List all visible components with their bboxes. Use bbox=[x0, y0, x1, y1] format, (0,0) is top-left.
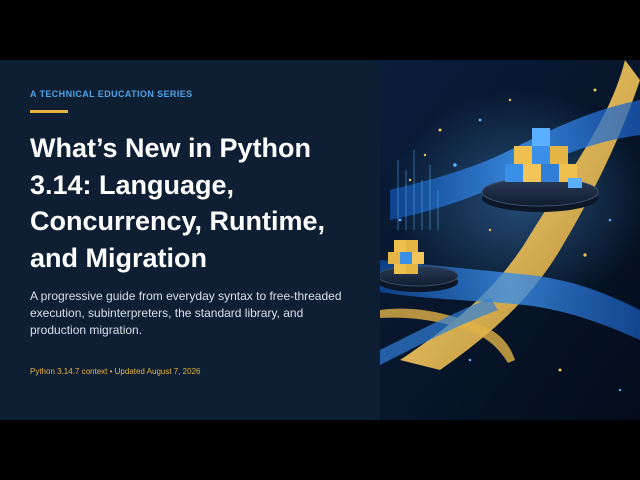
kicker-underline bbox=[30, 110, 68, 113]
version-date-meta: Python 3.14.7 context • Updated August 7… bbox=[30, 367, 201, 376]
slide-title: What’s New in Python 3.14: Language, Con… bbox=[30, 133, 326, 273]
series-kicker: A TECHNICAL EDUCATION SERIES bbox=[30, 89, 193, 99]
slide-subtitle: A progressive guide from everyday syntax… bbox=[30, 289, 342, 337]
text-panel: A TECHNICAL EDUCATION SERIES What’s New … bbox=[0, 60, 380, 420]
python-ribbons-illustration bbox=[380, 60, 640, 420]
title-slide: A TECHNICAL EDUCATION SERIES What’s New … bbox=[0, 60, 640, 420]
platform-left-top bbox=[380, 265, 459, 287]
letterbox-frame: A TECHNICAL EDUCATION SERIES What’s New … bbox=[0, 0, 640, 480]
